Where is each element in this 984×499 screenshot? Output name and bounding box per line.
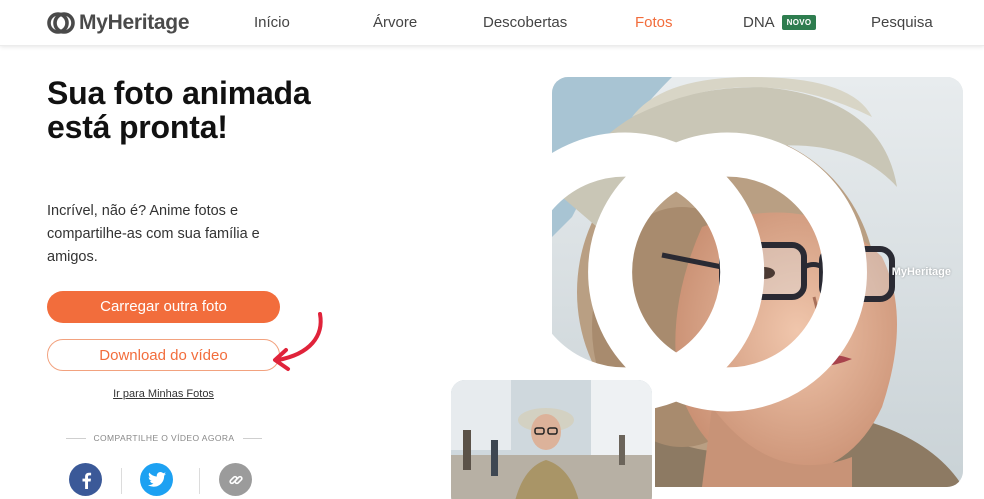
- divider: [66, 437, 86, 439]
- page-title: Sua foto animada está pronta!: [47, 75, 311, 145]
- original-photo-thumbnail[interactable]: [451, 380, 652, 499]
- new-badge: NOVO: [781, 15, 817, 30]
- nav-item-dna-label: DNA: [743, 14, 775, 31]
- top-navigation: MyHeritage Início Árvore Descobertas Fot…: [0, 0, 984, 46]
- twitter-share-button[interactable]: [140, 463, 173, 496]
- share-heading: COMPARTILHE O VÍDEO AGORA: [66, 433, 262, 443]
- upload-another-photo-button[interactable]: Carregar outra foto: [47, 291, 280, 323]
- myheritage-logo-icon: [47, 12, 75, 34]
- myheritage-logo[interactable]: MyHeritage: [47, 10, 190, 36]
- original-photo-image: [451, 380, 652, 499]
- nav-item-descobertas[interactable]: Descobertas: [483, 14, 567, 31]
- brand-name: MyHeritage: [79, 11, 190, 34]
- share-heading-text: COMPARTILHE O VÍDEO AGORA: [93, 433, 235, 443]
- facebook-share-button[interactable]: [69, 463, 102, 496]
- facebook-icon: [82, 472, 91, 489]
- page-subtitle: Incrível, não é? Anime fotos e compartil…: [47, 203, 260, 265]
- watermark-text: MyHeritage: [891, 266, 951, 278]
- download-video-button[interactable]: Download do vídeo: [47, 339, 280, 371]
- divider: [242, 437, 262, 439]
- divider: [199, 468, 200, 494]
- annotation-arrow-icon: [273, 312, 323, 371]
- divider: [121, 468, 122, 494]
- nav-item-pesquisa[interactable]: Pesquisa: [871, 14, 933, 31]
- go-to-my-photos-link[interactable]: Ir para Minhas Fotos: [47, 388, 280, 400]
- nav-item-arvore[interactable]: Árvore: [373, 14, 417, 31]
- twitter-icon: [147, 472, 166, 487]
- link-icon: [228, 475, 243, 484]
- nav-item-inicio[interactable]: Início: [254, 14, 290, 31]
- nav-item-fotos[interactable]: Fotos: [635, 14, 673, 31]
- copy-link-button[interactable]: [219, 463, 252, 496]
- nav-item-dna[interactable]: DNA NOVO: [743, 14, 817, 31]
